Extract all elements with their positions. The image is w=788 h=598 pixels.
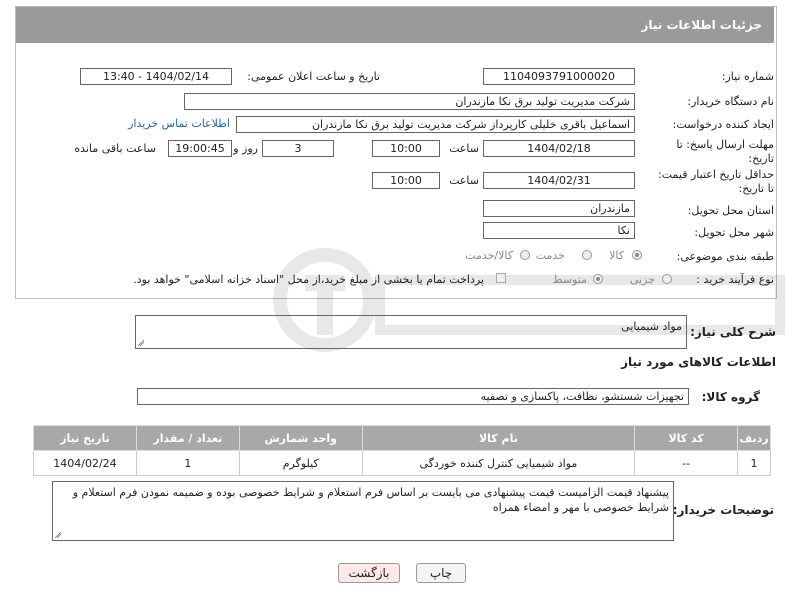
buyer-notes-box[interactable]: پیشنهاد قیمت الزامیست قیمت پیشنهادی می ب… <box>52 481 674 541</box>
payment-note: پرداخت تمام یا بخشی از مبلغ خرید،از محل … <box>133 273 484 286</box>
print-button[interactable]: چاپ <box>416 563 466 583</box>
deadline-date-field[interactable]: 1404/02/18 <box>483 140 635 157</box>
process-radio-medium[interactable] <box>593 274 603 284</box>
category-option-both: کالا/خدمت <box>465 249 513 262</box>
contact-info-link[interactable]: اطلاعات تماس خریدار <box>128 117 230 130</box>
province-field[interactable]: مازندران <box>483 200 635 217</box>
col-header-code: کد کالا <box>634 425 739 451</box>
cell-row: 1 <box>737 450 771 476</box>
panel-header: جزئیات اطلاعات نیاز <box>16 7 774 43</box>
days-field[interactable]: 3 <box>262 140 334 157</box>
category-label: طبقه بندی موضوعی: <box>676 250 774 263</box>
announce-field[interactable]: 1404/02/14 - 13:40 <box>80 68 232 85</box>
process-option-minor: جزیی <box>629 273 655 286</box>
buyer-org-field[interactable]: شرکت مدیریت تولید برق نکا مازندران <box>184 93 635 110</box>
city-field[interactable]: نکا <box>483 222 635 239</box>
remaining-time-field[interactable]: 19:00:45 <box>168 140 232 157</box>
buyer-notes-text: پیشنهاد قیمت الزامیست قیمت پیشنهادی می ب… <box>72 486 669 514</box>
requester-field[interactable]: اسماعیل باقری خلیلی کارپرداز شرکت مدیریت… <box>236 116 635 133</box>
resize-handle-icon[interactable] <box>138 340 144 346</box>
description-label: شرح کلی نیاز: <box>690 325 776 339</box>
category-radio-service[interactable] <box>582 250 592 260</box>
process-radio-minor[interactable] <box>662 274 672 284</box>
panel-title: جزئیات اطلاعات نیاز <box>641 18 762 32</box>
col-header-qty: تعداد / مقدار <box>135 425 240 451</box>
table-row[interactable]: 1 -- مواد شیمیایی کنترل کننده خوردگی کیل… <box>33 450 771 476</box>
col-header-unit: واحد شمارش <box>238 425 363 451</box>
validity-time-field[interactable]: 10:00 <box>372 172 440 189</box>
cell-qty: 1 <box>135 450 240 476</box>
validity-label-1: حداقل تاریخ اعتبار قیمت: <box>658 168 774 181</box>
need-number-field[interactable]: 1104093791000020 <box>483 68 635 85</box>
buyer-org-label: نام دستگاه خریدار: <box>687 95 774 108</box>
days-label: روز و <box>233 142 258 155</box>
cell-code: -- <box>634 450 739 476</box>
validity-label-2: تا تاریخ: <box>738 182 774 195</box>
category-option-goods: کالا <box>609 249 624 262</box>
col-header-name: نام کالا <box>361 425 636 451</box>
deadline-label-1: مهلت ارسال پاسخ: تا <box>676 138 774 151</box>
validity-time-label: ساعت <box>449 174 479 187</box>
buyer-notes-label: توضیحات خریدار: <box>672 503 774 517</box>
cell-unit: کیلوگرم <box>238 450 363 476</box>
resize-handle-icon[interactable] <box>55 532 61 538</box>
cell-date: 1404/02/24 <box>33 450 137 476</box>
deadline-time-label: ساعت <box>449 142 479 155</box>
items-table: ردیف کد کالا نام کالا واحد شمارش تعداد /… <box>33 425 771 476</box>
city-label: شهر محل تحویل: <box>694 226 774 239</box>
remaining-label: ساعت باقی مانده <box>74 142 156 155</box>
cell-name: مواد شیمیایی کنترل کننده خوردگی <box>361 450 636 476</box>
requester-label: ایجاد کننده درخواست: <box>672 118 774 131</box>
need-number-label: شماره نیاز: <box>721 70 774 83</box>
category-radio-both[interactable] <box>520 250 530 260</box>
deadline-time-field[interactable]: 10:00 <box>372 140 440 157</box>
process-label: نوع فرآیند خرید : <box>696 273 774 286</box>
deadline-label-2: تاریخ: <box>748 152 774 165</box>
description-box[interactable]: مواد شیمیایی <box>135 315 687 349</box>
province-label: استان محل تحویل: <box>687 204 774 217</box>
process-option-medium: متوسط <box>552 273 587 286</box>
validity-date-field[interactable]: 1404/02/31 <box>483 172 635 189</box>
category-radio-goods[interactable] <box>632 250 642 260</box>
items-section-title: اطلاعات کالاهای مورد نیاز <box>621 355 776 369</box>
treasury-checkbox[interactable] <box>496 273 506 283</box>
col-header-date: تاریخ نیاز <box>33 425 137 451</box>
announce-label: تاریخ و ساعت اعلان عمومی: <box>247 70 380 83</box>
category-option-service: خدمت <box>535 249 565 262</box>
group-label: گروه کالا: <box>701 390 760 404</box>
table-header-row: ردیف کد کالا نام کالا واحد شمارش تعداد /… <box>33 425 771 451</box>
description-text: مواد شیمیایی <box>621 320 682 333</box>
col-header-row: ردیف <box>737 425 771 451</box>
back-button[interactable]: بازگشت <box>338 563 400 583</box>
group-field[interactable]: تجهیزات شستشو، نظافت، پاکسازی و تصفیه <box>137 388 689 405</box>
